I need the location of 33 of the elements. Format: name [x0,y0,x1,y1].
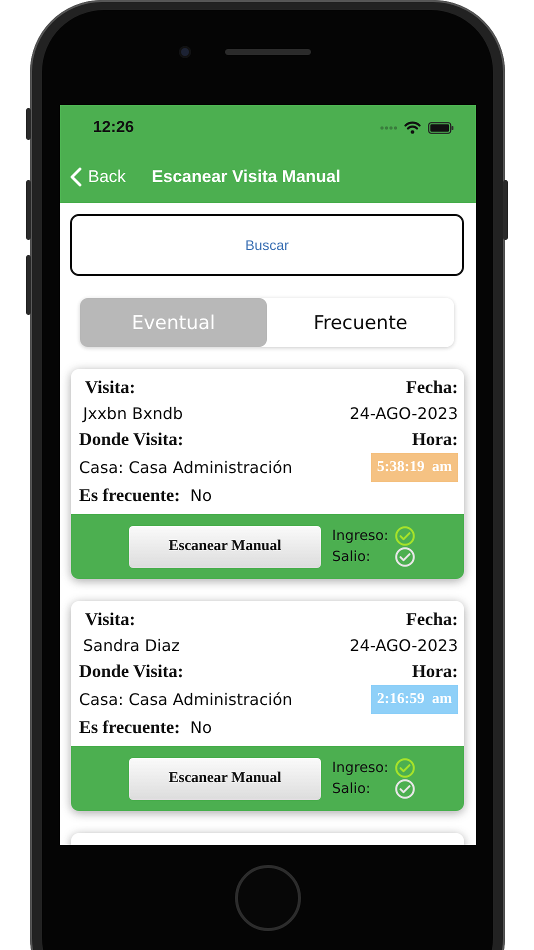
battery-icon [428,122,454,134]
frequent-value: No [190,485,212,507]
field-label: Donde Visita: [79,660,185,683]
field-label: Visita: [84,376,136,399]
signal-icon [380,126,398,130]
search-field[interactable]: Buscar [70,214,464,276]
frequent-value: No [190,717,212,739]
scan-manual-button[interactable]: Escanear Manual [129,758,321,800]
field-label: Donde Visita: [79,428,185,451]
field-label: Fecha: [406,608,458,631]
visitor-name: Sandra Diaz [82,635,181,657]
visit-date: 24-AGO-2023 [350,403,458,425]
scan-manual-button[interactable]: Escanear Manual [129,526,321,568]
field-label: Es frecuente: [79,484,180,507]
field-label: Es frecuente: [79,716,180,739]
field-label: Fecha: [406,376,458,399]
visit-time: 2:16:59 am [371,685,458,714]
wifi-icon [404,121,421,134]
visit-place: Casa: Casa Administración [79,689,294,711]
field-label: Hora: [412,428,458,451]
visit-date: 24-AGO-2023 [350,635,458,657]
check-label: Salio: [332,780,372,798]
chevron-left-icon [70,166,82,186]
check-label: Ingreso: [332,526,389,546]
visit-time: 5:38:19 am [371,453,458,482]
visit-place: Casa: Casa Administración [79,457,294,479]
field-label: Hora: [412,660,458,683]
field-label: Visita: [84,608,136,631]
visitor-name: Jxxbn Bxndb [81,403,184,425]
check-label: Salio: [332,548,372,566]
clock: 12:26 [93,118,135,136]
check-label: Ingreso: [332,758,389,778]
screen-title: Escanear Visita Manual [152,166,340,186]
